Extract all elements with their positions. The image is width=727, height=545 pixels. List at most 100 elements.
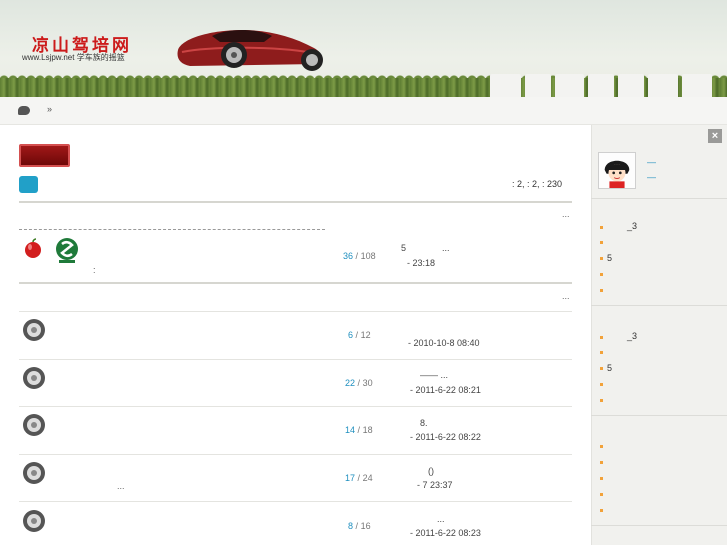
thread-last-title[interactable]: —— ... [420,370,448,380]
site-header: 凉山驾培网 www.Lsjpw.net 学车族的摇篮 [0,0,727,97]
sidebar-divider [591,525,727,526]
pinned-replies: 36 [343,251,354,261]
nav-tab-2[interactable] [525,74,551,97]
thread-views: 16 [360,521,371,531]
thread-replies: 14 [345,425,356,435]
nav-tab-6[interactable] [648,74,678,97]
tire-icon [23,319,45,341]
thread-last-title[interactable]: ... [437,514,445,524]
new-post-button[interactable] [19,144,70,167]
tire-icon [23,414,45,436]
home-icon[interactable] [18,106,30,115]
thread-replies: 22 [345,378,356,388]
sidebar-divider [591,415,727,416]
thread-title-more: ... [117,481,125,491]
section-divider [19,201,572,203]
count-separator: / [357,473,361,483]
thread-views: 12 [360,330,371,340]
thread-last-time: - 2010-10-8 08:40 [408,338,480,348]
dashed-divider [19,229,325,230]
thread-counts: 6 / 12 [348,330,371,340]
sidebar-item-text[interactable]: 5 [607,363,612,373]
thread-last-time: - 2011-6-22 08:23 [410,528,481,538]
thread-replies: 8 [348,521,354,531]
bullet-icon [600,493,603,496]
nav-tab-1[interactable] [490,74,521,97]
sidebar-item-text[interactable]: _3 [627,221,637,231]
bullet-icon [600,226,603,229]
pinned-views: 108 [360,251,376,261]
bullet-icon [600,399,603,402]
bullet-icon [600,445,603,448]
count-separator: / [355,521,359,531]
nav-tab-7[interactable] [682,74,712,97]
thread-counts: 14 / 18 [345,425,373,435]
thread-counts: 17 / 24 [345,473,373,483]
row-divider [19,311,572,312]
sidebar-divider [591,198,727,199]
bullet-icon [600,477,603,480]
row-divider [19,406,572,407]
sports-car-banner-image [177,30,323,71]
thread-last-title[interactable]: 8. [420,418,428,428]
thread-views: 30 [362,378,373,388]
row-divider [19,454,572,455]
nav-tab-5[interactable] [618,74,644,97]
thread-replies: 6 [348,330,354,340]
sidebar-item-text[interactable]: _3 [627,331,637,341]
thread-views: 24 [362,473,373,483]
bullet-icon [600,273,603,276]
tire-icon [23,462,45,484]
pinned-last-time: - 23:18 [407,258,436,268]
pinned-last-more: ... [442,243,450,253]
sidebar-user-link-2[interactable]: — [647,172,656,182]
tire-icon [23,510,45,532]
thread-last-time: - 2011-6-22 08:21 [410,385,481,395]
apple-icon [25,238,41,258]
breadcrumb-separator: » [47,104,53,114]
nav-tab-4[interactable] [588,74,614,97]
bullet-icon [600,257,603,260]
count-separator: / [357,425,361,435]
bullet-icon [600,351,603,354]
row-divider [19,501,572,502]
count-separator: / [355,251,359,261]
bullet-icon [600,336,603,339]
forum-main [0,125,591,545]
bullet-icon [600,289,603,292]
thread-counts: 22 / 30 [345,378,373,388]
thread-views: 18 [362,425,373,435]
breadcrumb [0,97,727,125]
sidebar-item-text[interactable]: 5 [607,253,612,263]
user-avatar[interactable] [598,152,636,189]
bullet-icon [600,367,603,370]
pinned-colon: : [93,265,96,275]
section-more-2[interactable]: ... [562,291,570,301]
section-divider-2 [19,282,572,284]
bullet-icon [600,383,603,386]
forum-logo-icon [56,238,78,263]
thread-last-time: - 2011-6-22 08:22 [410,432,481,442]
bullet-icon [600,509,603,512]
thread-replies: 17 [345,473,356,483]
sidebar-user-link-1[interactable]: — [647,157,656,167]
thread-last-time: - 7 23:37 [417,480,453,490]
row-divider [19,359,572,360]
page: 凉山驾培网 www.Lsjpw.net 学车族的摇篮 » : 2, : 2, :… [0,0,727,545]
pinned-last-title[interactable]: 5 [401,243,406,253]
forum-icon [19,176,38,193]
sidebar-divider [591,305,727,306]
section-more[interactable]: ... [562,209,570,219]
count-separator: / [357,378,361,388]
thread-last-title[interactable]: () [428,466,434,476]
bullet-icon [600,241,603,244]
thread-counts: 8 / 16 [348,521,371,531]
nav-tab-3[interactable] [555,74,584,97]
tire-icon [23,367,45,389]
site-logo-subtitle: www.Lsjpw.net 学车族的摇篮 [22,53,125,62]
bullet-icon [600,461,603,464]
forum-stats: : 2, : 2, : 230 [512,179,563,189]
pinned-counts: 36 / 108 [343,251,376,261]
count-separator: / [355,330,359,340]
close-sidebar-button[interactable]: × [708,129,722,143]
